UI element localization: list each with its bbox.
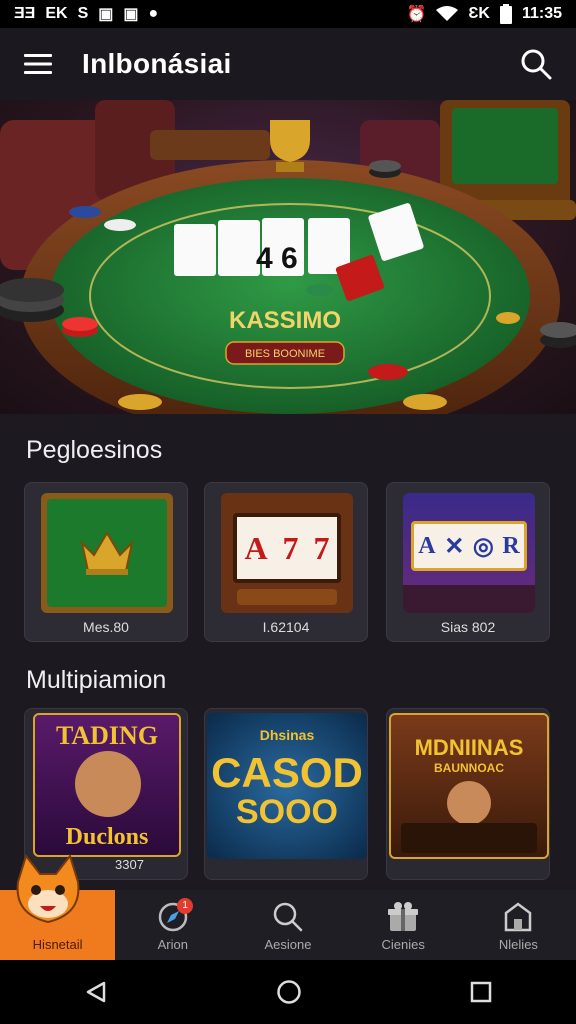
game-card[interactable]: Dhsinas CASOD SOOO — [204, 708, 368, 880]
search-icon — [273, 902, 303, 932]
game-card[interactable]: A ✕ ◎ R Sias 802 — [386, 482, 550, 642]
slot-machine-icon: A77 — [221, 493, 353, 613]
back-icon[interactable] — [84, 980, 108, 1004]
notification-badge: 1 — [177, 898, 194, 914]
notification-icon: ● — [148, 5, 159, 22]
nav-label: Aesione — [264, 937, 312, 952]
notification-icon: ƎƎ — [14, 5, 36, 22]
bottom-nav: Hisnetail 1 Arion Aesione Cienies Nlelie… — [0, 853, 576, 960]
search-icon[interactable] — [520, 48, 552, 80]
game-card-label: Sias 802 — [440, 619, 496, 635]
game-card-label: 3307 — [115, 857, 144, 872]
nav-item-search[interactable]: Aesione — [230, 890, 345, 960]
home-icon[interactable] — [276, 979, 302, 1005]
nav-label: Arion — [157, 937, 188, 952]
notification-icon: S — [77, 5, 89, 22]
nav-item-action[interactable]: 1 Arion — [115, 890, 230, 960]
section-title-popular: Pegloesinos — [26, 436, 163, 464]
nav-item-shop[interactable]: Nlelies — [461, 890, 576, 960]
fox-mascot-icon — [16, 853, 80, 924]
nav-item-gifts[interactable]: Cienies — [346, 890, 461, 960]
game-subtitle: Dhsinas — [259, 727, 315, 743]
table-text: KASSIMO — [229, 307, 341, 334]
nav-label: Cienies — [381, 937, 425, 952]
slot-reels-icon: A ✕ ◎ R — [403, 493, 535, 613]
game-card[interactable]: MDNIINAS BAUNNOAC — [386, 708, 550, 880]
hero-banner[interactable]: KASSIMO BIES BOONIME 4 6 — [0, 100, 576, 414]
casino-table-illustration: KASSIMO BIES BOONIME 4 6 — [0, 100, 576, 414]
character-avatar — [75, 751, 141, 817]
card-values: 4 6 — [256, 242, 298, 275]
nav-label: Hisnetail — [32, 937, 83, 952]
game-card-label: Mes.80 — [83, 619, 129, 635]
game-card[interactable]: A77 I.62104 — [204, 482, 368, 642]
nav-label: Nlelies — [498, 937, 538, 952]
game-card-label: I.62104 — [262, 619, 310, 635]
wifi-icon — [436, 6, 459, 21]
signal-label: ƐK — [468, 5, 490, 22]
game-title-bottom: SOOO — [235, 793, 339, 831]
game-title-top: MDNIINAS — [414, 735, 524, 760]
notification-icon: EK — [45, 5, 68, 22]
game-subtitle: BAUNNOAC — [434, 761, 504, 775]
recents-icon[interactable] — [470, 981, 492, 1003]
system-nav-bar — [0, 960, 576, 1024]
game-title-top: CASOD — [211, 749, 363, 796]
battery-icon — [499, 4, 512, 24]
alarm-icon: ⏰ — [406, 6, 427, 23]
menu-icon[interactable] — [24, 52, 52, 76]
game-title-top: TADING — [55, 721, 159, 750]
notification-icon: ▣ — [98, 6, 114, 23]
app-bar: Inlbonásiai — [0, 28, 576, 100]
app-title: Inlbonásiai — [82, 48, 232, 79]
crown-emblem-icon — [41, 493, 173, 613]
notification-icon: ▣ — [123, 6, 139, 23]
gift-icon — [388, 902, 419, 931]
section-title-multiplayer: Multipiamion — [26, 666, 167, 694]
game-title-bottom: Duclons — [65, 824, 149, 850]
clock: 11:35 — [521, 5, 562, 22]
game-card[interactable]: Mes.80 — [24, 482, 188, 642]
table-plate-text: BIES BOONIME — [245, 348, 325, 360]
character-avatar — [447, 781, 491, 825]
shop-icon — [505, 902, 532, 932]
status-bar: ƎƎ EK S ▣ ▣ ● ⏰ ƐK 11:35 — [0, 0, 576, 28]
nav-item-home[interactable]: Hisnetail — [0, 853, 116, 960]
